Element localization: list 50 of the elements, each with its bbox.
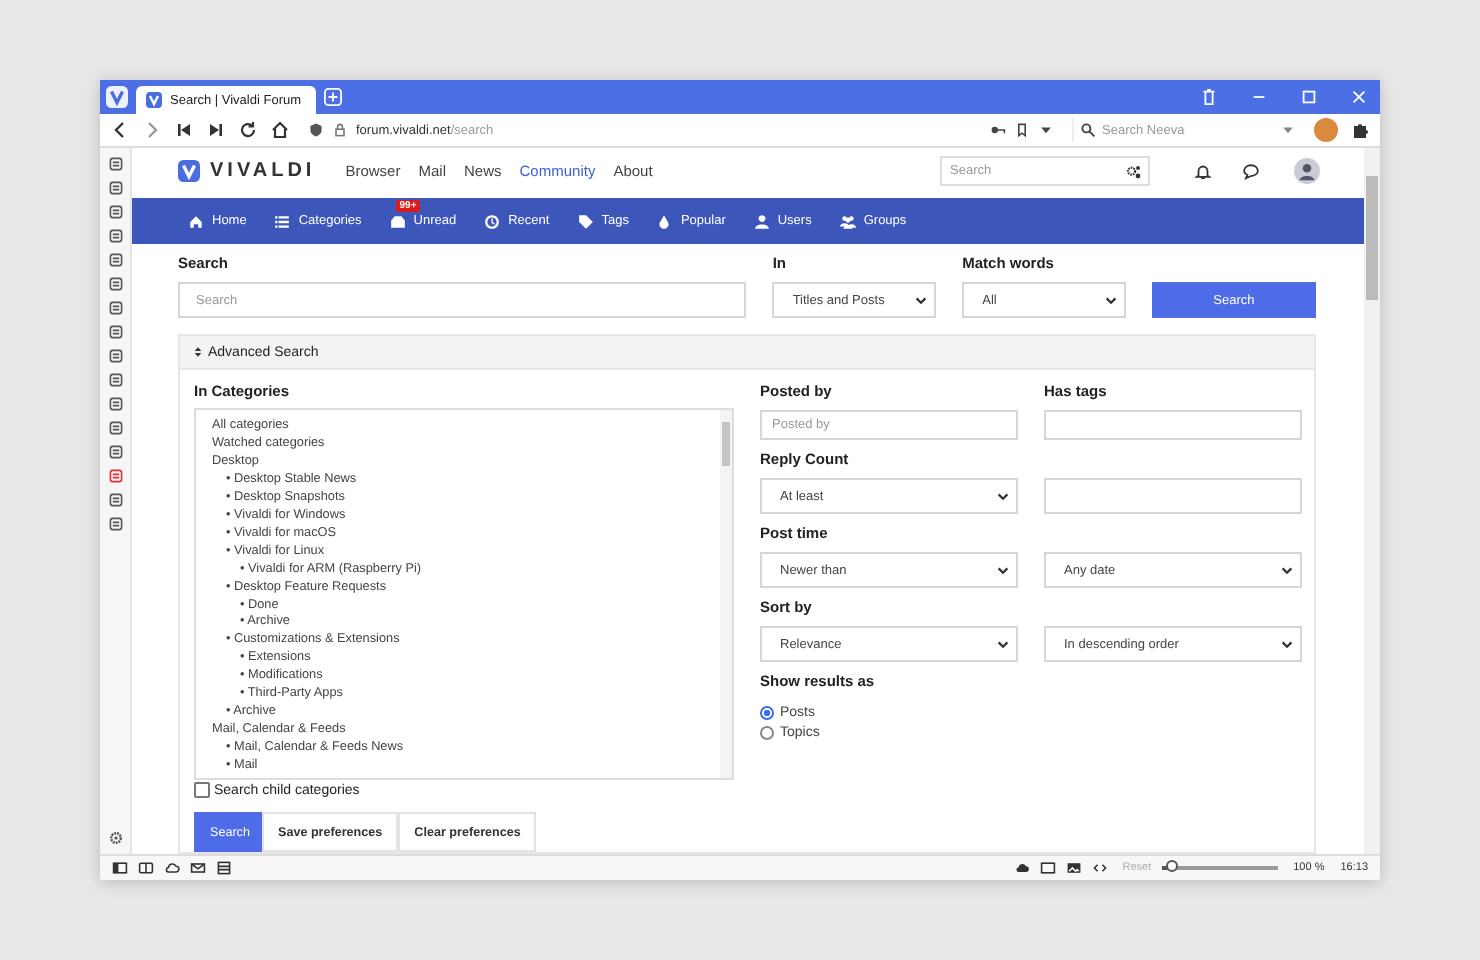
back-icon[interactable] [110, 120, 130, 140]
caret-icon [914, 293, 929, 307]
group-icon [839, 213, 856, 230]
trash-icon[interactable] [1200, 88, 1218, 106]
gears-icon[interactable] [1126, 163, 1142, 180]
avatar-icon[interactable] [1294, 158, 1320, 185]
caret-icon [1280, 563, 1294, 577]
bell-icon[interactable] [1194, 162, 1212, 181]
tray-icon [389, 213, 406, 230]
settings-icon[interactable] [107, 830, 123, 846]
home-icon[interactable] [270, 120, 290, 140]
vivaldi-logo[interactable]: VIVALDI [178, 160, 316, 183]
cloud-icon[interactable] [1014, 860, 1031, 876]
forward-icon[interactable] [142, 120, 162, 140]
scrollbar[interactable] [1364, 148, 1380, 854]
new-tab-icon[interactable] [324, 88, 342, 106]
caret-icon [1280, 122, 1296, 138]
drop-icon [656, 213, 673, 230]
radio-button[interactable] [760, 726, 774, 740]
text-field[interactable] [1044, 410, 1302, 440]
list-icon [274, 213, 291, 230]
sort-icon [194, 346, 202, 358]
tiling-icon[interactable] [138, 860, 154, 876]
caret-icon[interactable] [1038, 122, 1054, 138]
reload-icon[interactable] [238, 120, 258, 140]
tag-icon [577, 213, 594, 230]
key-icon[interactable] [990, 122, 1006, 138]
lock-icon [332, 122, 348, 138]
profile-avatar[interactable] [1314, 118, 1338, 142]
close-icon[interactable] [1350, 88, 1368, 106]
search-icon [1080, 122, 1096, 138]
shield-icon [308, 122, 324, 138]
user-icon [753, 213, 770, 230]
caret-icon [996, 563, 1010, 577]
rewind-icon[interactable] [174, 120, 194, 140]
caret-icon [1103, 293, 1118, 307]
panel-toggle-icon[interactable] [112, 860, 128, 876]
fast-forward-icon[interactable] [206, 120, 226, 140]
home-icon [188, 213, 204, 230]
text-field[interactable] [1044, 478, 1302, 514]
scrollbar[interactable] [720, 410, 732, 778]
caret-icon [1280, 637, 1294, 651]
caret-icon [996, 489, 1010, 503]
caret-icon [996, 637, 1010, 651]
puzzle-icon[interactable] [1350, 120, 1370, 140]
checkbox[interactable] [194, 782, 210, 798]
code-icon[interactable] [1092, 860, 1109, 876]
radio-button[interactable] [760, 706, 774, 720]
cloud-icon[interactable] [164, 860, 180, 876]
maximize-icon[interactable] [1300, 88, 1318, 106]
